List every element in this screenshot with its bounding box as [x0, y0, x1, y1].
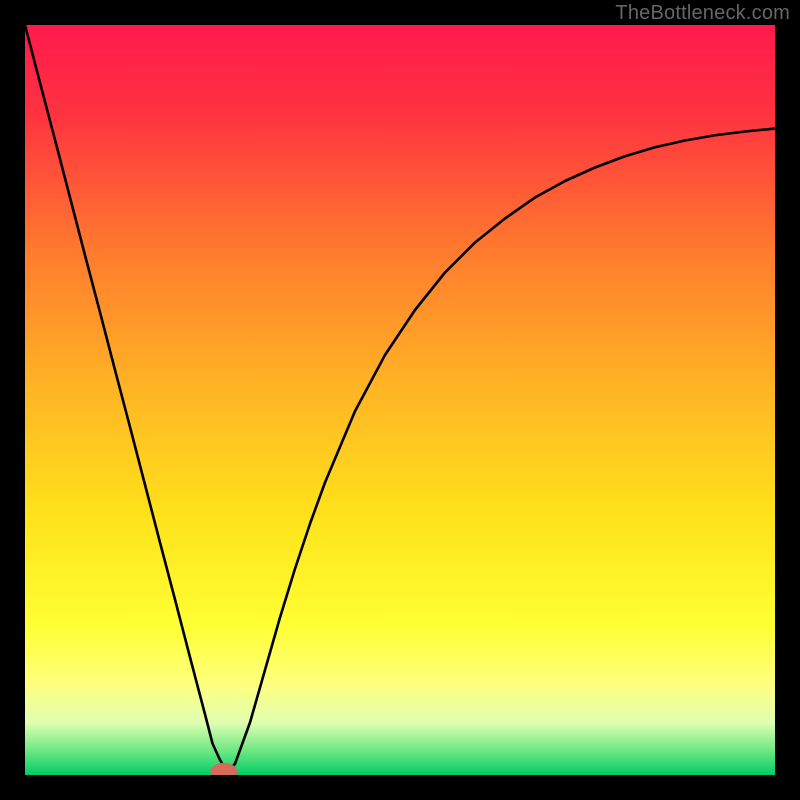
- chart-background: [25, 25, 775, 775]
- bottleneck-chart: [25, 25, 775, 775]
- chart-frame: TheBottleneck.com: [0, 0, 800, 800]
- watermark-label: TheBottleneck.com: [615, 2, 790, 25]
